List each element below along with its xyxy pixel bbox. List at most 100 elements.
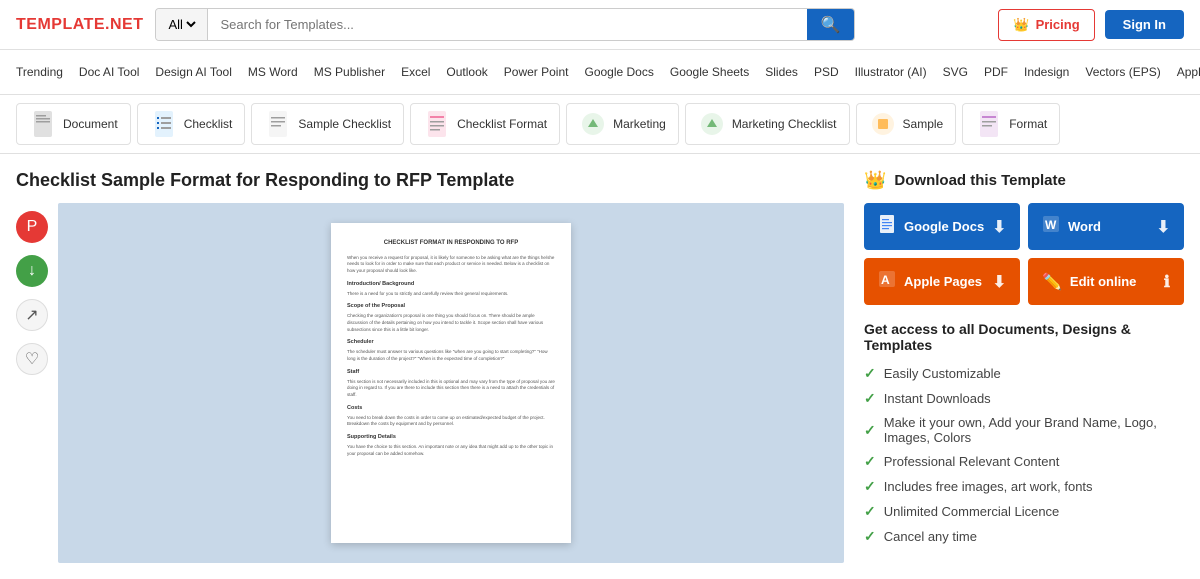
access-item-4-text: Professional Relevant Content [884, 454, 1060, 469]
nav-trending[interactable]: Trending [16, 65, 63, 79]
nav-ms-publisher[interactable]: MS Publisher [314, 65, 385, 79]
pinterest-icon: P [27, 218, 38, 236]
checklist-format-icon [423, 110, 451, 138]
cat-format-label: Format [1009, 117, 1047, 131]
check-icon-1: ✓ [864, 365, 876, 382]
apple-pages-btn-left: A Apple Pages [878, 270, 982, 293]
access-title: Get access to all Documents, Designs & T… [864, 321, 1184, 353]
document-icon [29, 110, 57, 138]
nav-indesign[interactable]: Indesign [1024, 65, 1069, 79]
page-title: Checklist Sample Format for Responding t… [16, 170, 844, 191]
nav-pdf[interactable]: PDF [984, 65, 1008, 79]
nav-illustrator[interactable]: Illustrator (AI) [855, 65, 927, 79]
check-icon-3: ✓ [864, 422, 876, 439]
doc-scope-body: Checking the organization's proposal is … [347, 313, 555, 333]
heart-icon: ♡ [25, 349, 39, 369]
nav-google-sheets[interactable]: Google Sheets [670, 65, 749, 79]
pricing-label: Pricing [1036, 17, 1080, 32]
google-docs-btn-left: Google Docs [878, 215, 984, 238]
doc-costs-body: You need to break down the costs in orde… [347, 415, 555, 429]
doc-section-intro: Introduction/ Background [347, 280, 555, 289]
check-icon-7: ✓ [864, 528, 876, 545]
doc-section-costs: Costs [347, 404, 555, 413]
nav-svg[interactable]: SVG [943, 65, 968, 79]
category-select[interactable]: All [164, 16, 199, 33]
cat-marketing-checklist-label: Marketing Checklist [732, 117, 837, 131]
cat-format[interactable]: Format [962, 103, 1060, 145]
access-item-5: ✓ Includes free images, art work, fonts [864, 478, 1184, 495]
crown-icon: 👑 [1013, 17, 1029, 33]
doc-intro-body: There is a need for you to strictly and … [347, 291, 555, 298]
access-item-2: ✓Instant Downloads [864, 390, 1184, 407]
right-sidebar: 👑 Download this Template Google Docs ⬇ W [864, 170, 1184, 563]
cat-document[interactable]: Document [16, 103, 131, 145]
doc-scheduler-body: The scheduler must answer to various que… [347, 349, 555, 363]
doc-staff-body: This section is not necessarily included… [347, 379, 555, 399]
apple-pages-download-icon: ⬇ [993, 272, 1006, 292]
format-icon [975, 110, 1003, 138]
marketing-icon [579, 110, 607, 138]
cat-sample-label: Sample [903, 117, 944, 131]
nav-apple-pages[interactable]: Apple Pages [1177, 65, 1200, 79]
share-button[interactable]: ↗ [16, 299, 48, 331]
category-bar: Document Checklist Sample Checklist Chec… [0, 95, 1200, 154]
nav-outlook[interactable]: Outlook [446, 65, 487, 79]
nav-ms-word[interactable]: MS Word [248, 65, 298, 79]
favorite-button[interactable]: ♡ [16, 343, 48, 375]
header: TEMPLATE.NET All 🔍 👑 Pricing Sign In [0, 0, 1200, 50]
pinterest-button[interactable]: P [16, 211, 48, 243]
pricing-button[interactable]: 👑 Pricing [998, 9, 1094, 41]
nav-design-ai[interactable]: Design AI Tool [155, 65, 232, 79]
apple-pages-label: Apple Pages [904, 274, 982, 289]
sample-checklist-icon [264, 110, 292, 138]
preview-container: CHECKLIST FORMAT IN RESPONDING TO RFP Wh… [58, 203, 844, 563]
cat-marketing-checklist[interactable]: Marketing Checklist [685, 103, 850, 145]
nav-slides[interactable]: Slides [765, 65, 798, 79]
search-input[interactable] [208, 9, 806, 40]
cat-checklist-label: Checklist [184, 117, 233, 131]
google-docs-button[interactable]: Google Docs ⬇ [864, 203, 1020, 250]
cat-checklist-format[interactable]: Checklist Format [410, 103, 560, 145]
cat-sample[interactable]: Sample [856, 103, 957, 145]
nav-excel[interactable]: Excel [401, 65, 430, 79]
left-side: P ↓ ↗ ♡ CHECKLIST FORMAT IN RESPONDING T… [16, 203, 844, 563]
nav-vectors[interactable]: Vectors (EPS) [1085, 65, 1160, 79]
access-item-4: ✓ Professional Relevant Content [864, 453, 1184, 470]
access-item-5-text: Includes free images, art work, fonts [884, 479, 1093, 494]
signin-button[interactable]: Sign In [1105, 10, 1184, 39]
check-icon-6: ✓ [864, 503, 876, 520]
check-icon-5: ✓ [864, 478, 876, 495]
check-icon-4: ✓ [864, 453, 876, 470]
nav-psd[interactable]: PSD [814, 65, 839, 79]
word-label: Word [1068, 219, 1101, 234]
nav-doc-ai[interactable]: Doc AI Tool [79, 65, 139, 79]
cat-checklist[interactable]: Checklist [137, 103, 246, 145]
access-item-6-text: Unlimited Commercial Licence [884, 504, 1060, 519]
cat-checklist-format-label: Checklist Format [457, 117, 547, 131]
access-item-7-text: Cancel any time [884, 529, 977, 544]
nav-google-docs[interactable]: Google Docs [584, 65, 653, 79]
word-button[interactable]: W Word ⬇ [1028, 203, 1184, 250]
crown-icon: 👑 [864, 170, 886, 191]
edit-online-button[interactable]: ✏️ Edit online ℹ [1028, 258, 1184, 305]
svg-text:W: W [1045, 218, 1057, 232]
edit-online-label: Edit online [1070, 274, 1136, 289]
category-dropdown[interactable]: All [156, 9, 208, 40]
access-item-1: ✓Easily Customizable [864, 365, 1184, 382]
access-item-3: ✓Make it your own, Add your Brand Name, … [864, 415, 1184, 445]
left-content: Checklist Sample Format for Responding t… [16, 170, 844, 563]
logo-suffix: .NET [105, 16, 143, 33]
google-docs-icon [878, 215, 896, 238]
share-icon: ↗ [25, 305, 38, 325]
nav-powerpoint[interactable]: Power Point [504, 65, 569, 79]
cat-sample-checklist[interactable]: Sample Checklist [251, 103, 404, 145]
doc-title: CHECKLIST FORMAT IN RESPONDING TO RFP [347, 239, 555, 249]
apple-pages-button[interactable]: A Apple Pages ⬇ [864, 258, 1020, 305]
download-title: Download this Template [894, 172, 1065, 189]
search-button[interactable]: 🔍 [807, 9, 855, 40]
check-icon-2: ✓ [864, 390, 876, 407]
cat-marketing[interactable]: Marketing [566, 103, 679, 145]
word-icon: W [1042, 215, 1060, 238]
download-button[interactable]: ↓ [16, 255, 48, 287]
edit-online-btn-left: ✏️ Edit online [1042, 272, 1136, 292]
